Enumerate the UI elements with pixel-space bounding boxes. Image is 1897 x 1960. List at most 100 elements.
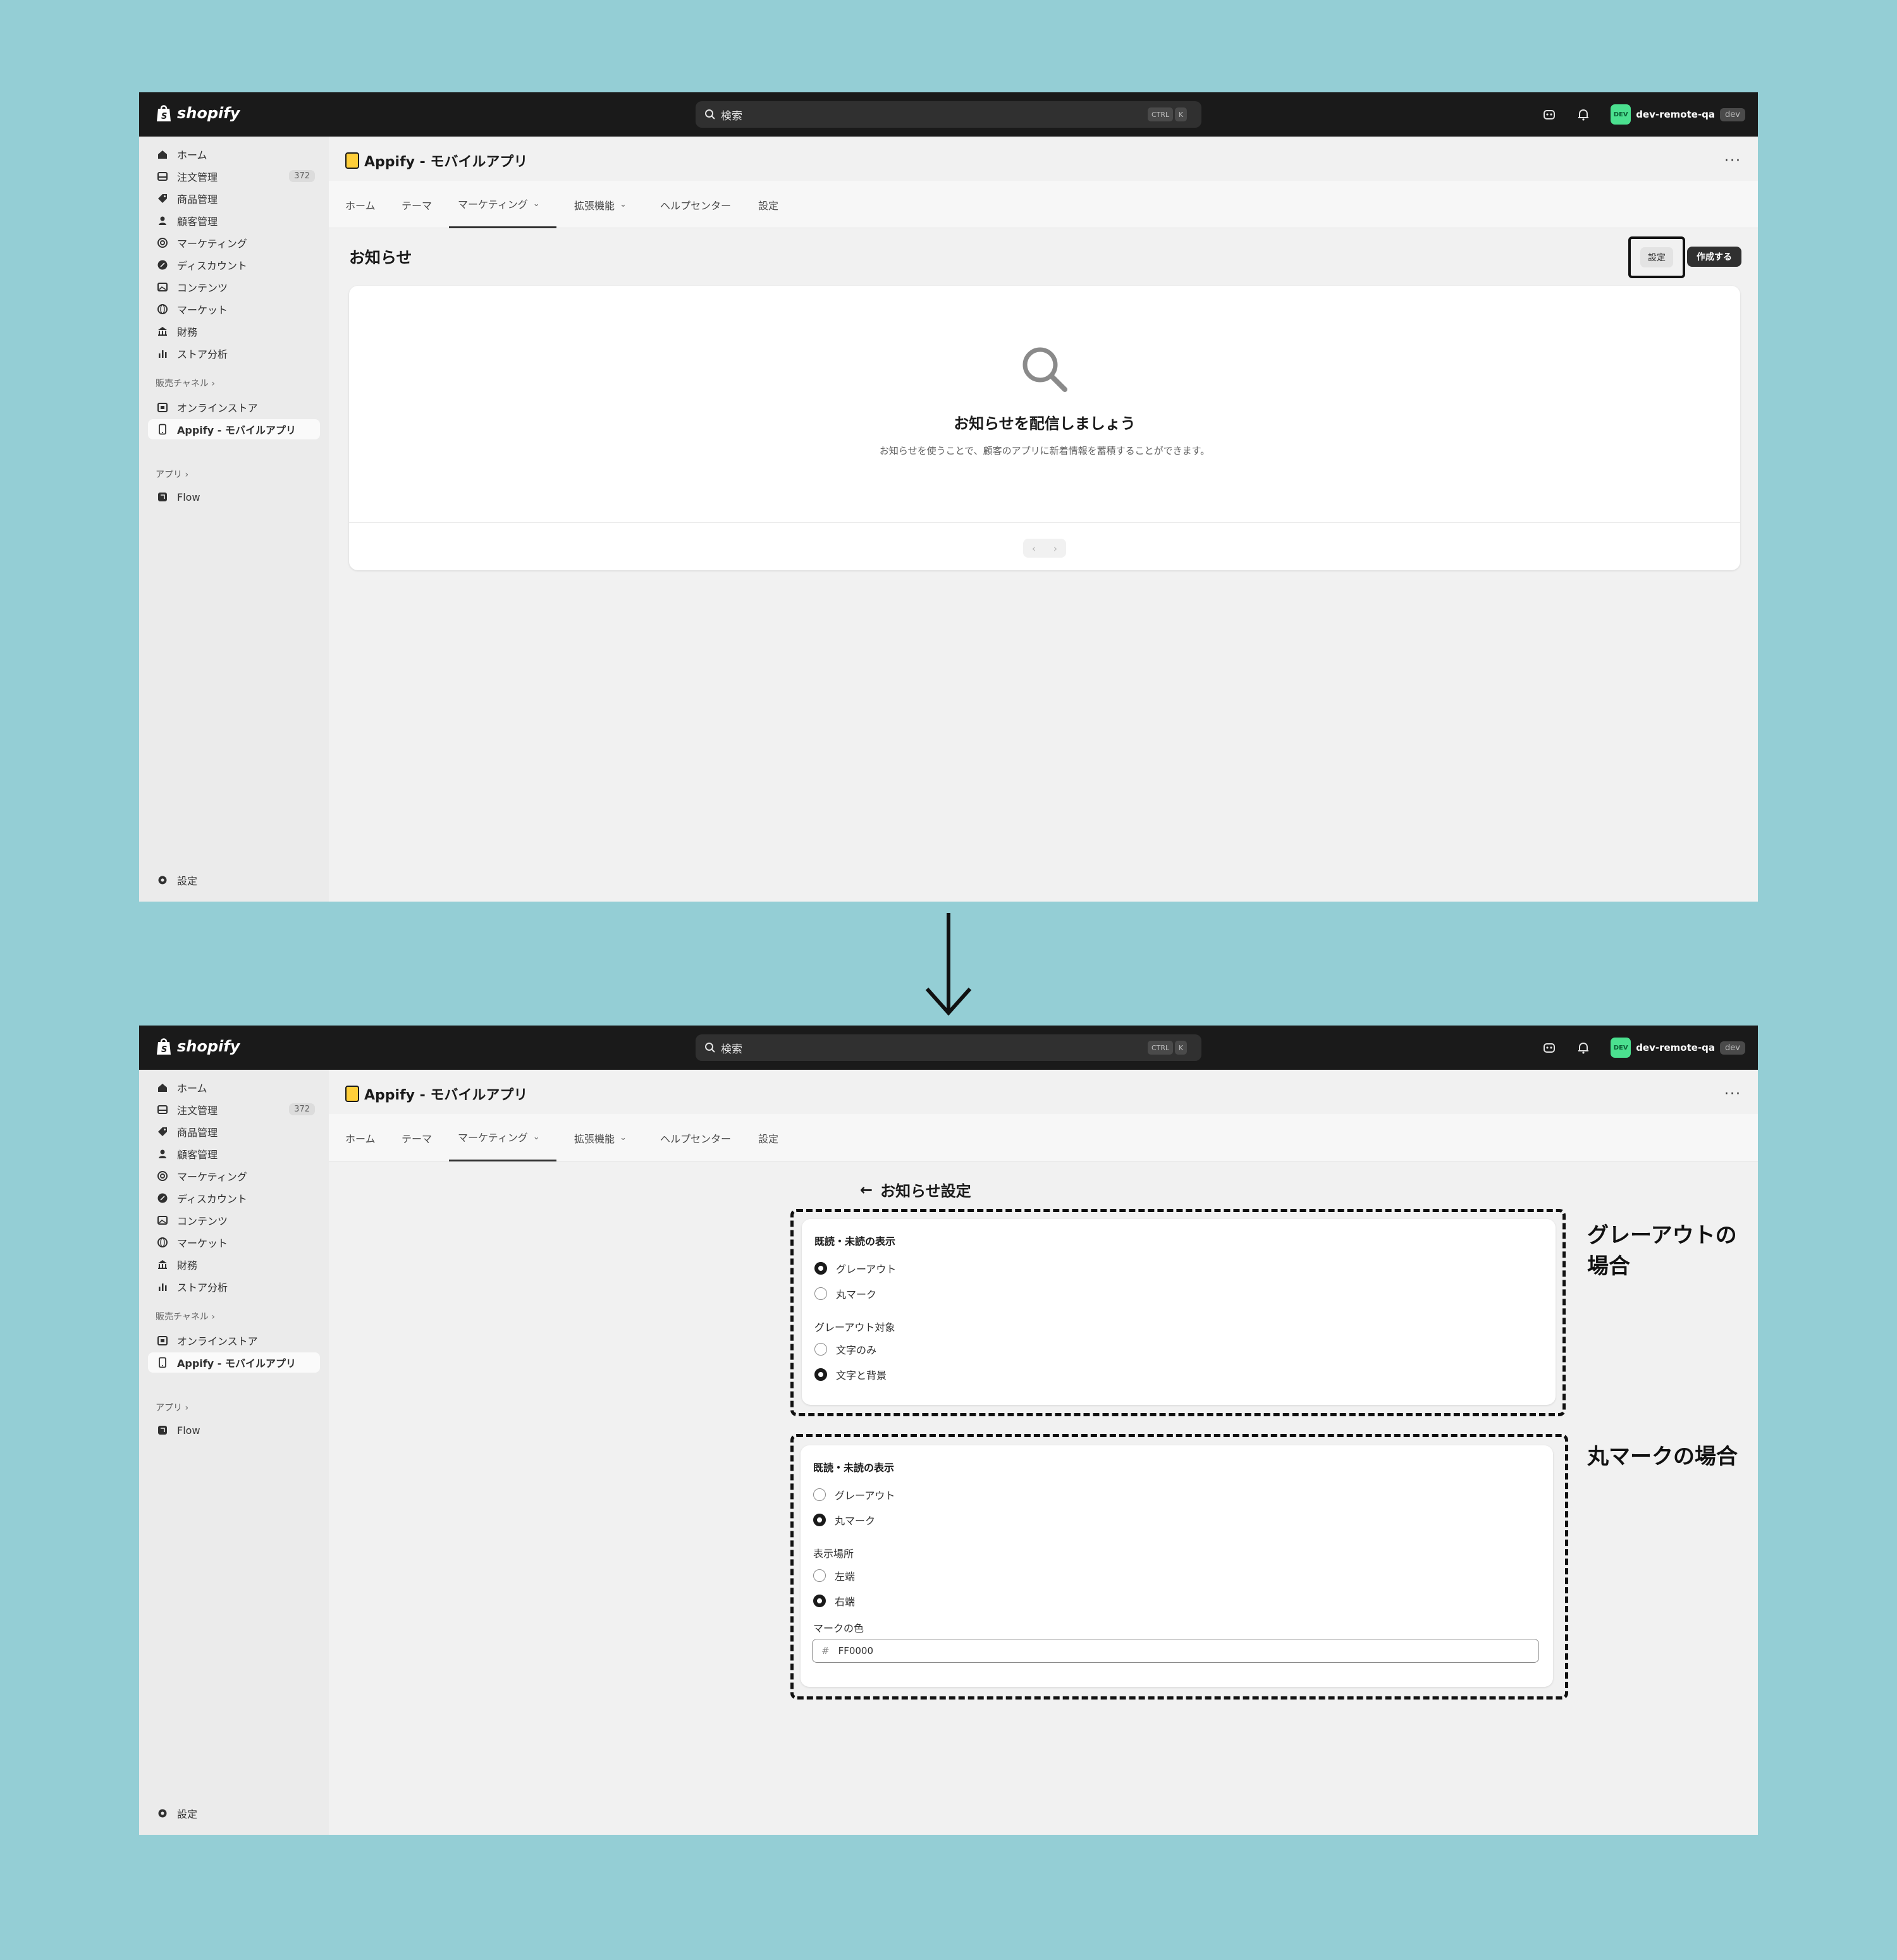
- sidebar-item-appify[interactable]: Appify - モバイルアプリ: [148, 419, 320, 439]
- sidebar-item-markets[interactable]: マーケット: [148, 1232, 320, 1253]
- app-tabs: ホーム テーマ マーケティング ⌄ 拡張機能 ⌄ ヘルプセンター 設定: [329, 1114, 1758, 1161]
- discount-icon: [157, 260, 168, 270]
- sidebar-item-flow[interactable]: Flow: [148, 1420, 320, 1440]
- kbd-ctrl: CTRL: [1148, 1041, 1174, 1055]
- tab-extensions[interactable]: 拡張機能 ⌄: [574, 181, 627, 228]
- radio-dot: [813, 1514, 826, 1526]
- settings-button[interactable]: 設定: [1628, 236, 1685, 278]
- sidebar-item-home[interactable]: ホーム: [148, 1077, 320, 1098]
- tab-theme[interactable]: テーマ: [402, 181, 432, 228]
- sidebar-item-marketing[interactable]: マーケティング: [148, 233, 320, 253]
- sidebar-item-customers[interactable]: 顧客管理: [148, 211, 320, 231]
- mobile-icon: [159, 1357, 166, 1368]
- sidebar-item-orders[interactable]: 注文管理 372: [148, 1099, 320, 1120]
- read-status-label: 既読・未読の表示: [814, 1235, 896, 1247]
- radio-text-only[interactable]: 文字のみ: [814, 1342, 876, 1357]
- search-input[interactable]: 検索 CTRL K: [696, 1034, 1201, 1061]
- sidebar-item-orders[interactable]: 注文管理 372: [148, 166, 320, 187]
- radio-grayout[interactable]: グレーアウト: [814, 1261, 896, 1276]
- tab-help-center[interactable]: ヘルプセンター: [660, 181, 731, 228]
- bank-icon: [158, 1260, 167, 1269]
- search-placeholder: 検索: [721, 109, 742, 123]
- radio-left-edge[interactable]: 左端: [813, 1568, 855, 1583]
- sidebar-item-content[interactable]: コンテンツ: [148, 277, 320, 297]
- person-icon: [159, 216, 166, 225]
- apps-label[interactable]: アプリ ›: [156, 468, 188, 481]
- bell-icon[interactable]: [1576, 1041, 1590, 1055]
- sidekick-icon[interactable]: [1542, 107, 1556, 121]
- shopify-logo[interactable]: S shopify: [156, 104, 240, 123]
- chevron-down-icon: ⌄: [620, 200, 627, 209]
- sidebar-item-analytics[interactable]: ストア分析: [148, 343, 320, 364]
- sidebar-item-finance[interactable]: 財務: [148, 321, 320, 341]
- image-icon: [157, 283, 168, 291]
- account-name: dev-remote-qa: [1636, 109, 1716, 120]
- flow-icon: [158, 1426, 167, 1435]
- radio-right-edge[interactable]: 右端: [813, 1593, 855, 1608]
- top-right-actions: DEV dev-remote-qa dev: [1542, 101, 1745, 128]
- search-placeholder: 検索: [721, 1043, 742, 1056]
- avatar: DEV: [1611, 104, 1631, 125]
- sidekick-icon[interactable]: [1542, 1041, 1556, 1055]
- shopify-logo[interactable]: S shopify: [156, 1037, 240, 1056]
- sidebar-item-settings[interactable]: 設定: [148, 870, 320, 890]
- more-actions-button[interactable]: ···: [1724, 1086, 1741, 1102]
- sidebar-item-settings[interactable]: 設定: [148, 1803, 320, 1823]
- sidebar-item-analytics[interactable]: ストア分析: [148, 1277, 320, 1297]
- sidebar-item-customers[interactable]: 顧客管理: [148, 1144, 320, 1164]
- sidebar-item-discounts[interactable]: ディスカウント: [148, 1188, 320, 1208]
- radio-circle-mark[interactable]: 丸マーク: [813, 1512, 875, 1528]
- tab-marketing[interactable]: マーケティング ⌄: [449, 181, 556, 228]
- account-menu[interactable]: DEV dev-remote-qa dev: [1611, 1038, 1745, 1058]
- tab-marketing[interactable]: マーケティング ⌄: [449, 1114, 556, 1161]
- sidebar-item-marketing[interactable]: マーケティング: [148, 1166, 320, 1186]
- sidebar: ホーム 注文管理 372 商品管理 顧客管理 マーケティング ディスカウント コン…: [139, 137, 329, 902]
- search-input[interactable]: 検索 CTRL K: [696, 101, 1201, 128]
- home-icon: [158, 1084, 167, 1092]
- sidebar-item-products[interactable]: 商品管理: [148, 1122, 320, 1142]
- position-label: 表示場所: [813, 1548, 854, 1560]
- screenshot-after: S shopify 検索 CTRL K DEV dev-remote-qa de…: [139, 1026, 1758, 1835]
- sidebar-item-discounts[interactable]: ディスカウント: [148, 255, 320, 275]
- chevron-down-icon: ⌄: [620, 1133, 627, 1142]
- bank-icon: [158, 327, 167, 336]
- radio-dot: [814, 1287, 827, 1300]
- apps-label[interactable]: アプリ ›: [156, 1401, 188, 1414]
- sidebar-item-appify[interactable]: Appify - モバイルアプリ: [148, 1352, 320, 1373]
- sidebar-item-flow[interactable]: Flow: [148, 487, 320, 507]
- avatar: DEV: [1611, 1038, 1631, 1058]
- radio-text-and-background[interactable]: 文字と背景: [814, 1367, 887, 1382]
- sales-channels-label[interactable]: 販売チャネル ›: [156, 377, 215, 389]
- radio-dot: [814, 1368, 827, 1381]
- sidebar-item-content[interactable]: コンテンツ: [148, 1210, 320, 1230]
- sidebar-item-online-store[interactable]: オンラインストア: [148, 397, 320, 417]
- account-menu[interactable]: DEV dev-remote-qa dev: [1611, 104, 1745, 125]
- radio-grayout[interactable]: グレーアウト: [813, 1487, 895, 1502]
- tab-settings[interactable]: 設定: [758, 181, 778, 228]
- tab-settings[interactable]: 設定: [758, 1114, 778, 1161]
- tab-home[interactable]: ホーム: [345, 181, 376, 228]
- tab-theme[interactable]: テーマ: [402, 1114, 432, 1161]
- sales-channels-label[interactable]: 販売チャネル ›: [156, 1310, 215, 1323]
- tab-extensions[interactable]: 拡張機能 ⌄: [574, 1114, 627, 1161]
- sidebar-item-online-store[interactable]: オンラインストア: [148, 1330, 320, 1351]
- tab-help-center[interactable]: ヘルプセンター: [660, 1114, 731, 1161]
- sidebar-item-products[interactable]: 商品管理: [148, 188, 320, 209]
- create-button[interactable]: 作成する: [1687, 247, 1741, 267]
- sidebar-item-home[interactable]: ホーム: [148, 144, 320, 164]
- mark-color-input[interactable]: # FF0000: [812, 1639, 1539, 1663]
- app-header: Appify - モバイルアプリ ··· ホーム テーマ マーケティング ⌄ 拡張…: [329, 1070, 1758, 1161]
- prev-page-button[interactable]: ‹: [1032, 542, 1036, 554]
- chart-icon: [159, 1283, 167, 1291]
- main-content: Appify - モバイルアプリ ··· ホーム テーマ マーケティング ⌄ 拡張…: [329, 1070, 1758, 1835]
- radio-dot: [814, 1343, 827, 1356]
- empty-state-description: お知らせを使うことで、顧客のアプリに新着情報を蓄積することができます。: [879, 445, 1210, 456]
- radio-circle-mark[interactable]: 丸マーク: [814, 1286, 876, 1301]
- sidebar-item-markets[interactable]: マーケット: [148, 299, 320, 319]
- bell-icon[interactable]: [1576, 107, 1590, 121]
- back-arrow-icon[interactable]: ←: [860, 1181, 873, 1199]
- next-page-button[interactable]: ›: [1053, 542, 1057, 554]
- more-actions-button[interactable]: ···: [1724, 153, 1741, 169]
- sidebar-item-finance[interactable]: 財務: [148, 1254, 320, 1275]
- tab-home[interactable]: ホーム: [345, 1114, 376, 1161]
